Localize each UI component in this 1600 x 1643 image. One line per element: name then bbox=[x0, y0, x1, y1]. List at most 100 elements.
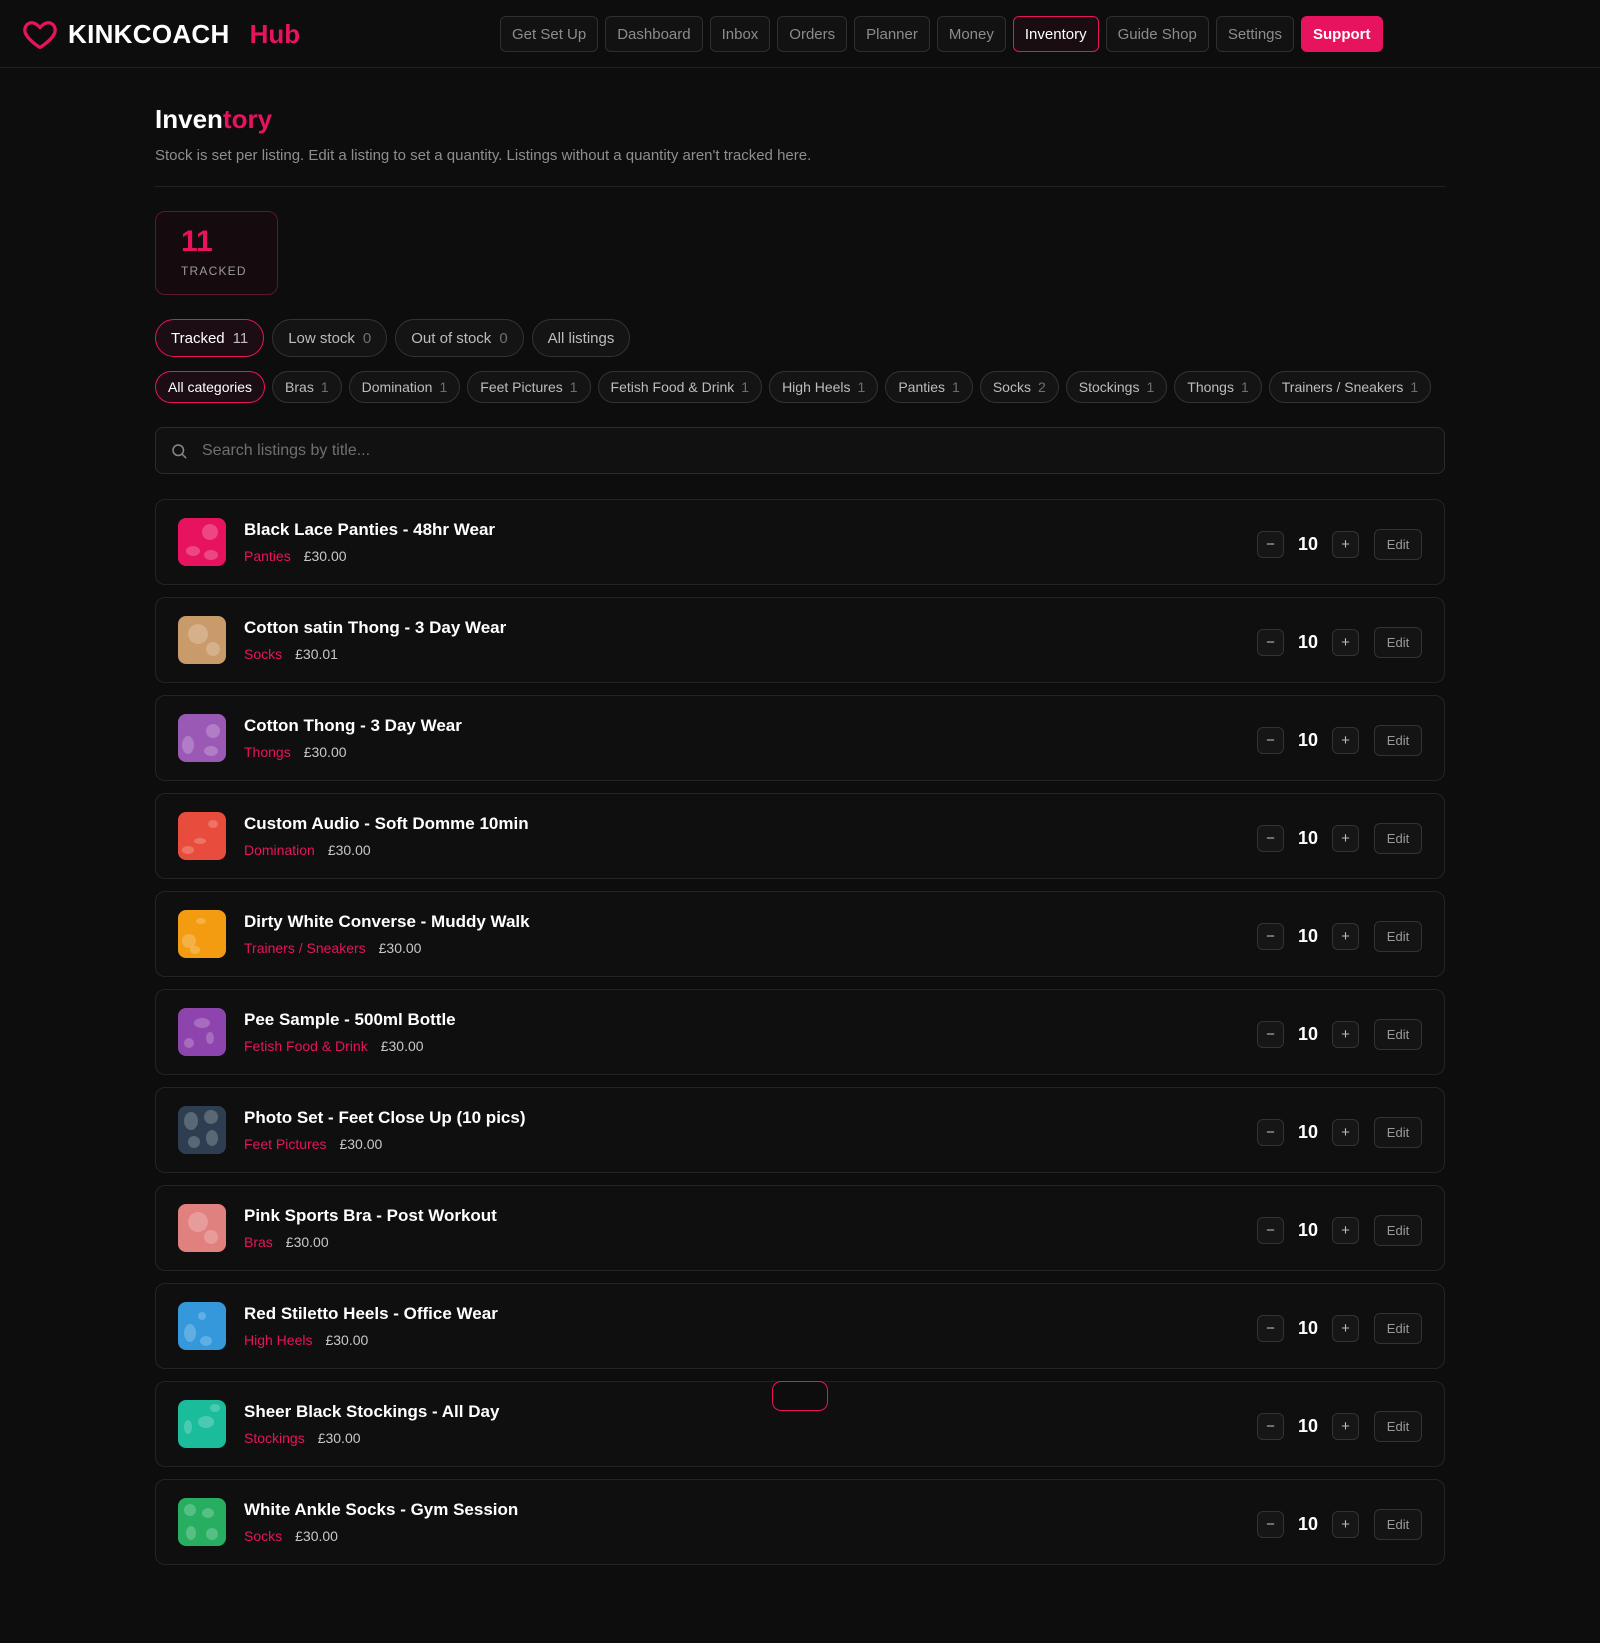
decrease-button[interactable]: − bbox=[1257, 1315, 1284, 1342]
brand-logo[interactable]: KINKCOACH Hub bbox=[22, 16, 300, 52]
listing-row[interactable]: Pink Sports Bra - Post Workout Bras £30.00… bbox=[155, 1185, 1445, 1271]
listing-category: High Heels bbox=[244, 1332, 313, 1348]
listing-meta: High Heels £30.00 bbox=[244, 1332, 498, 1348]
increase-button[interactable]: + bbox=[1332, 1315, 1359, 1342]
listing-row[interactable]: White Ankle Socks - Gym Session Socks £30.… bbox=[155, 1479, 1445, 1565]
nav-planner[interactable]: Planner bbox=[854, 16, 930, 52]
increase-button[interactable]: + bbox=[1332, 1119, 1359, 1146]
nav-guide-shop[interactable]: Guide Shop bbox=[1105, 16, 1209, 52]
increase-button[interactable]: + bbox=[1332, 531, 1359, 558]
category-all-categories[interactable]: All categories bbox=[155, 371, 266, 403]
filter-all-listings[interactable]: All listings bbox=[531, 319, 631, 357]
listing-row[interactable]: Black Lace Panties - 48hr Wear Panties £30… bbox=[155, 499, 1445, 585]
category-trainers-sneakers[interactable]: Trainers / Sneakers 1 bbox=[1268, 371, 1432, 403]
edit-button[interactable]: Edit bbox=[1374, 921, 1422, 952]
listing-row[interactable]: Photo Set - Feet Close Up (10 pics) Feet … bbox=[155, 1087, 1445, 1173]
category-feet-pictures[interactable]: Feet Pictures 1 bbox=[467, 371, 591, 403]
increase-button[interactable]: + bbox=[1332, 1511, 1359, 1538]
category-socks[interactable]: Socks 2 bbox=[979, 371, 1059, 403]
thumbnail-pattern bbox=[186, 1526, 196, 1540]
edit-button[interactable]: Edit bbox=[1374, 627, 1422, 658]
divider bbox=[155, 186, 1445, 187]
thumbnail-pattern bbox=[184, 1504, 196, 1516]
decrease-button[interactable]: − bbox=[1257, 825, 1284, 852]
increase-button[interactable]: + bbox=[1332, 1413, 1359, 1440]
listing-meta: Domination £30.00 bbox=[244, 842, 529, 858]
category-thongs[interactable]: Thongs 1 bbox=[1174, 371, 1262, 403]
edit-button[interactable]: Edit bbox=[1374, 1313, 1422, 1344]
thumbnail-pattern bbox=[194, 838, 206, 844]
decrease-button[interactable]: − bbox=[1257, 1511, 1284, 1538]
decrease-button[interactable]: − bbox=[1257, 531, 1284, 558]
decrease-button[interactable]: − bbox=[1257, 1217, 1284, 1244]
listing-row[interactable]: Custom Audio - Soft Domme 10min Dominatio… bbox=[155, 793, 1445, 879]
thumbnail-pattern bbox=[206, 724, 220, 738]
thumbnail-pattern bbox=[206, 1032, 214, 1044]
thumbnail-pattern bbox=[182, 736, 194, 754]
increase-button[interactable]: + bbox=[1332, 1217, 1359, 1244]
listing-row[interactable]: Red Stiletto Heels - Office Wear High Hee… bbox=[155, 1283, 1445, 1369]
category-high-heels[interactable]: High Heels 1 bbox=[769, 371, 879, 403]
listing-price: £30.00 bbox=[285, 1234, 329, 1250]
nav-orders[interactable]: Orders bbox=[777, 16, 848, 52]
quantity-controls: −10 + Edit bbox=[1257, 1509, 1422, 1540]
floating-toast[interactable] bbox=[772, 1381, 828, 1411]
listing-category: Bras bbox=[244, 1234, 273, 1250]
increase-button[interactable]: + bbox=[1332, 727, 1359, 754]
decrease-button[interactable]: − bbox=[1257, 923, 1284, 950]
quantity-value: 10 bbox=[1297, 632, 1319, 652]
category-bras[interactable]: Bras 1 bbox=[272, 371, 342, 403]
decrease-button[interactable]: − bbox=[1257, 629, 1284, 656]
brand-hub: Hub bbox=[249, 18, 301, 49]
listing-title: Custom Audio - Soft Domme 10min bbox=[244, 814, 529, 833]
listing-row[interactable]: Cotton satin Thong - 3 Day Wear Socks £30.… bbox=[155, 597, 1445, 683]
listing-row[interactable]: Pee Sample - 500ml Bottle Fetish Food & D… bbox=[155, 989, 1445, 1075]
increase-button[interactable]: + bbox=[1332, 825, 1359, 852]
category-stockings[interactable]: Stockings 1 bbox=[1065, 371, 1168, 403]
thumbnail-pattern bbox=[204, 550, 218, 560]
category-fetish-food-drink[interactable]: Fetish Food & Drink 1 bbox=[597, 371, 763, 403]
filter-label: All listings bbox=[547, 329, 615, 347]
quantity-controls: −10 + Edit bbox=[1257, 823, 1422, 854]
nav-settings[interactable]: Settings bbox=[1215, 16, 1295, 52]
nav-inventory[interactable]: Inventory bbox=[1012, 16, 1099, 52]
filter-tracked[interactable]: Tracked 11 bbox=[155, 319, 265, 357]
edit-button[interactable]: Edit bbox=[1374, 1509, 1422, 1540]
decrease-button[interactable]: − bbox=[1257, 1119, 1284, 1146]
quantity-controls: −10 + Edit bbox=[1257, 1019, 1422, 1050]
nav-support[interactable]: Support bbox=[1301, 16, 1383, 52]
page-title-start: Inven bbox=[155, 104, 223, 134]
listing-row[interactable]: Cotton Thong - 3 Day Wear Thongs £30.00 −10… bbox=[155, 695, 1445, 781]
edit-button[interactable]: Edit bbox=[1374, 823, 1422, 854]
listing-title: White Ankle Socks - Gym Session bbox=[244, 1500, 519, 1519]
increase-button[interactable]: + bbox=[1332, 629, 1359, 656]
decrease-button[interactable]: − bbox=[1257, 1413, 1284, 1440]
listing-info: Black Lace Panties - 48hr Wear Panties £30… bbox=[244, 520, 495, 564]
edit-button[interactable]: Edit bbox=[1374, 529, 1422, 560]
listing-price: £30.00 bbox=[317, 1430, 361, 1446]
listing-info: Photo Set - Feet Close Up (10 pics) Feet … bbox=[244, 1108, 526, 1152]
edit-button[interactable]: Edit bbox=[1374, 1215, 1422, 1246]
edit-button[interactable]: Edit bbox=[1374, 1411, 1422, 1442]
category-panties[interactable]: Panties 1 bbox=[885, 371, 973, 403]
decrease-button[interactable]: − bbox=[1257, 1021, 1284, 1048]
nav-get-set-up[interactable]: Get Set Up bbox=[500, 16, 599, 52]
edit-button[interactable]: Edit bbox=[1374, 725, 1422, 756]
edit-button[interactable]: Edit bbox=[1374, 1019, 1422, 1050]
listing-price: £30.00 bbox=[378, 940, 422, 956]
nav-dashboard[interactable]: Dashboard bbox=[605, 16, 703, 52]
nav-inbox[interactable]: Inbox bbox=[709, 16, 771, 52]
listing-row[interactable]: Dirty White Converse - Muddy Walk Trainer… bbox=[155, 891, 1445, 977]
increase-button[interactable]: + bbox=[1332, 1021, 1359, 1048]
quantity-value: 10 bbox=[1297, 828, 1319, 848]
edit-button[interactable]: Edit bbox=[1374, 1117, 1422, 1148]
category-domination[interactable]: Domination 1 bbox=[348, 371, 461, 403]
filter-out-of-stock[interactable]: Out of stock 0 bbox=[395, 319, 524, 357]
search-input[interactable] bbox=[202, 441, 1430, 460]
filter-low-stock[interactable]: Low stock 0 bbox=[272, 319, 388, 357]
category-count: 2 bbox=[1037, 379, 1046, 395]
increase-button[interactable]: + bbox=[1332, 923, 1359, 950]
nav-money[interactable]: Money bbox=[936, 16, 1006, 52]
search-bar bbox=[155, 427, 1445, 474]
decrease-button[interactable]: − bbox=[1257, 727, 1284, 754]
